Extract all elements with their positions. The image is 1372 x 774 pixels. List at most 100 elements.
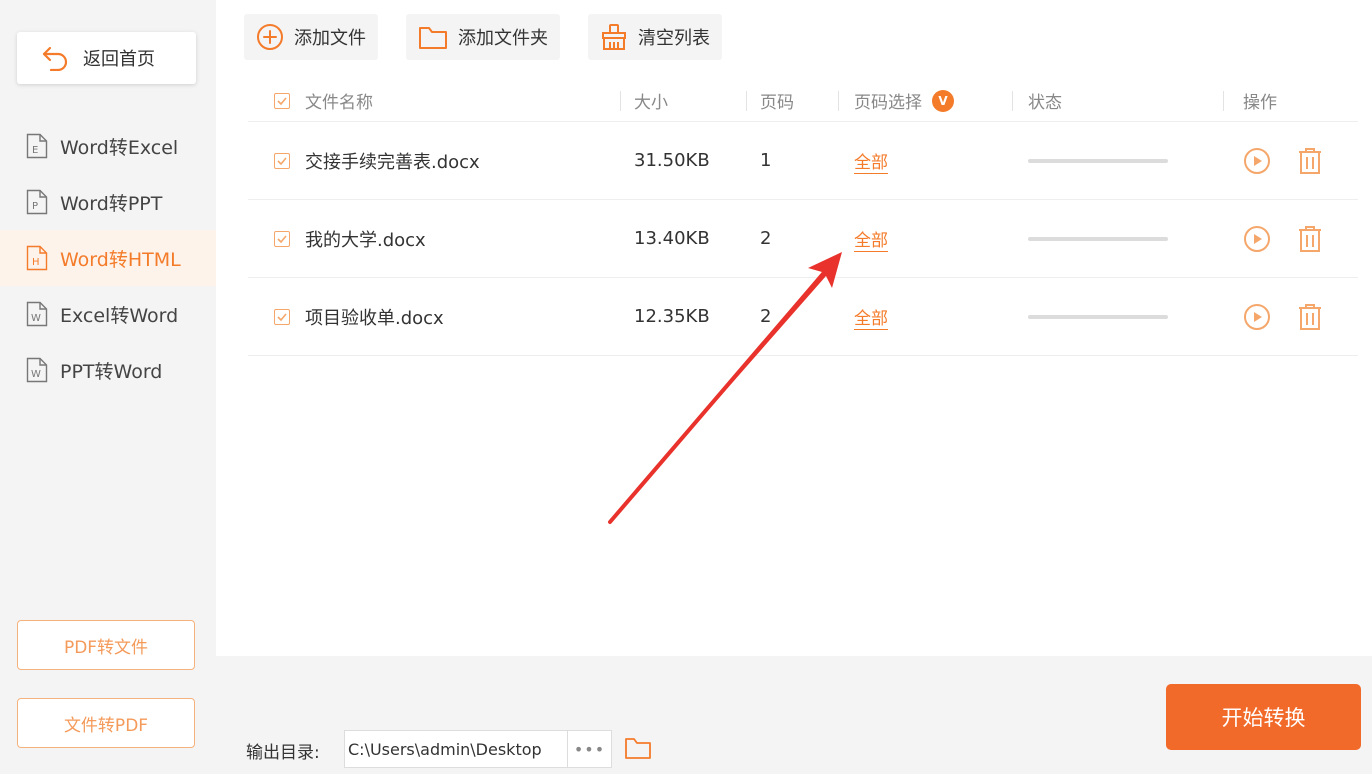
header-status: 状态 (1028, 93, 1062, 113)
page-select-toggle[interactable]: V (932, 89, 954, 112)
html-doc-icon: H (26, 245, 48, 271)
row-checkbox[interactable] (274, 152, 290, 169)
delete-button[interactable] (1297, 225, 1323, 253)
check-icon (277, 156, 287, 165)
header-name: 文件名称 (305, 93, 373, 113)
progress-bar (1028, 236, 1168, 241)
column-divider (746, 91, 747, 111)
header-page-select-label: 页码选择 (854, 93, 922, 113)
column-divider (1012, 91, 1013, 111)
status-cell (1028, 158, 1168, 163)
page-selection-link[interactable]: 全部 (854, 226, 888, 251)
table-row: 项目验收单.docx 12.35KB 2 全部 (248, 278, 1358, 356)
folder-icon (419, 27, 447, 49)
output-dir-path: C:\Users\admin\Desktop (348, 739, 542, 759)
browse-more-button[interactable]: ••• (567, 731, 611, 767)
clear-list-label: 清空列表 (638, 28, 710, 49)
svg-text:W: W (31, 369, 41, 380)
row-ops (1243, 225, 1323, 253)
sidebar: 返回首页 E Word转Excel P Word转PPT H Word转HTML… (0, 0, 216, 774)
header-page-select: 页码选择 V (854, 88, 954, 113)
file-to-pdf-button[interactable]: 文件转PDF (17, 698, 195, 748)
trash-icon (1299, 225, 1321, 252)
play-button[interactable] (1243, 225, 1271, 253)
file-pages: 2 (760, 306, 772, 327)
file-size: 12.35KB (634, 306, 710, 327)
open-folder-button[interactable] (624, 736, 652, 764)
row-ops (1243, 303, 1323, 331)
clear-list-button[interactable]: 清空列表 (588, 14, 722, 60)
conversion-nav: E Word转Excel P Word转PPT H Word转HTML W Ex… (0, 118, 216, 398)
back-home-label: 返回首页 (83, 49, 155, 70)
nav-label: PPT转Word (60, 360, 163, 383)
plus-circle-icon (257, 24, 283, 50)
toolbar: 添加文件 添加文件夹 清空列表 (244, 14, 722, 60)
nav-item-word-to-excel[interactable]: E Word转Excel (0, 118, 216, 174)
add-folder-button[interactable]: 添加文件夹 (406, 14, 560, 60)
row-ops (1243, 147, 1323, 175)
page-selection-link[interactable]: 全部 (854, 148, 888, 173)
table-row: 交接手续完善表.docx 31.50KB 1 全部 (248, 122, 1358, 200)
table-row: 我的大学.docx 13.40KB 2 全部 (248, 200, 1358, 278)
word-doc-icon: W (26, 301, 48, 327)
add-folder-label: 添加文件夹 (458, 28, 548, 49)
pdf-to-file-button[interactable]: PDF转文件 (17, 620, 195, 670)
header-pages: 页码 (760, 93, 794, 113)
add-file-label: 添加文件 (294, 28, 366, 49)
svg-text:P: P (32, 201, 38, 212)
play-circle-icon (1244, 303, 1270, 330)
delete-button[interactable] (1297, 303, 1323, 331)
return-arrow-icon (42, 46, 68, 71)
row-checkbox[interactable] (274, 230, 290, 247)
nav-label: Word转HTML (60, 248, 181, 271)
status-cell (1028, 236, 1168, 241)
play-button[interactable] (1243, 147, 1271, 175)
file-size: 31.50KB (634, 150, 710, 171)
word-doc-icon: W (26, 357, 48, 383)
header-ops: 操作 (1243, 93, 1277, 113)
file-pages: 2 (760, 228, 772, 249)
header-size: 大小 (634, 93, 668, 113)
output-dir-field[interactable]: C:\Users\admin\Desktop ••• (344, 730, 612, 768)
nav-item-ppt-to-word[interactable]: W PPT转Word (0, 342, 216, 398)
file-name: 项目验收单.docx (305, 307, 444, 329)
progress-bar (1028, 158, 1168, 163)
file-size: 13.40KB (634, 228, 710, 249)
file-pages: 1 (760, 150, 772, 171)
nav-item-word-to-html[interactable]: H Word转HTML (0, 230, 216, 286)
select-all-checkbox[interactable] (274, 92, 290, 109)
row-checkbox[interactable] (274, 308, 290, 325)
nav-label: Word转PPT (60, 192, 163, 215)
page-selection-cell: 全部 (854, 226, 888, 251)
check-icon (277, 312, 287, 321)
trash-icon (1299, 303, 1321, 330)
svg-text:H: H (32, 257, 40, 268)
nav-item-word-to-ppt[interactable]: P Word转PPT (0, 174, 216, 230)
check-icon (277, 234, 287, 243)
check-icon (277, 96, 287, 105)
column-divider (620, 91, 621, 111)
progress-bar (1028, 314, 1168, 319)
broom-icon (602, 24, 626, 50)
folder-icon (625, 738, 651, 759)
page-selection-cell: 全部 (854, 148, 888, 173)
trash-icon (1299, 147, 1321, 174)
page-selection-link[interactable]: 全部 (854, 304, 888, 329)
play-button[interactable] (1243, 303, 1271, 331)
file-table: 文件名称 大小 页码 页码选择 V 状态 操作 交接手续完善表.docx 31.… (248, 80, 1358, 356)
add-file-button[interactable]: 添加文件 (244, 14, 378, 60)
play-circle-icon (1244, 225, 1270, 252)
svg-text:W: W (31, 313, 41, 324)
nav-item-excel-to-word[interactable]: W Excel转Word (0, 286, 216, 342)
column-divider (1223, 91, 1224, 111)
nav-label: Word转Excel (60, 136, 179, 159)
play-circle-icon (1244, 147, 1270, 174)
start-conversion-button[interactable]: 开始转换 (1166, 684, 1361, 750)
page-selection-cell: 全部 (854, 304, 888, 329)
back-home-button[interactable]: 返回首页 (17, 32, 196, 84)
status-cell (1028, 314, 1168, 319)
footer-bar: 输出目录: C:\Users\admin\Desktop ••• 开始转换 (216, 656, 1372, 774)
file-name: 我的大学.docx (305, 229, 426, 251)
svg-text:E: E (32, 145, 38, 156)
delete-button[interactable] (1297, 147, 1323, 175)
